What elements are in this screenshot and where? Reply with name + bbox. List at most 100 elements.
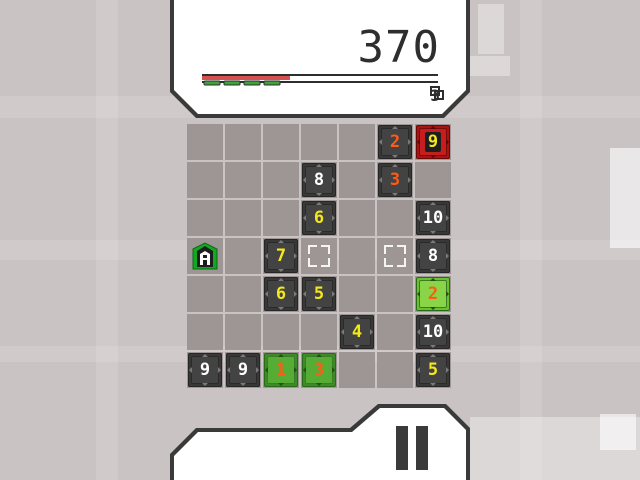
arrow-notch-icon bbox=[316, 278, 322, 281]
board-cell[interactable] bbox=[187, 276, 223, 312]
number-tile[interactable]: 4 bbox=[340, 315, 374, 349]
tile-number: 4 bbox=[351, 322, 363, 342]
arrow-notch-icon bbox=[392, 155, 398, 158]
board-cell[interactable] bbox=[339, 200, 375, 236]
number-tile[interactable]: 9 bbox=[226, 353, 260, 387]
arrow-notch-icon bbox=[240, 354, 246, 357]
arrow-notch-icon bbox=[417, 139, 420, 145]
board-cell[interactable] bbox=[225, 124, 261, 160]
number-tile[interactable]: 10 bbox=[416, 201, 450, 235]
arrow-notch-icon bbox=[392, 126, 398, 129]
arrow-notch-icon bbox=[408, 139, 411, 145]
number-tile[interactable]: 8 bbox=[416, 239, 450, 273]
board-cell[interactable] bbox=[225, 314, 261, 350]
board-cell[interactable] bbox=[225, 276, 261, 312]
board-cell[interactable] bbox=[339, 124, 375, 160]
arrow-notch-icon bbox=[430, 278, 436, 281]
board-cell[interactable]: 3 bbox=[301, 352, 337, 388]
board-cell[interactable] bbox=[339, 276, 375, 312]
arrow-notch-icon bbox=[278, 278, 284, 281]
arrow-notch-icon bbox=[265, 291, 268, 297]
number-tile[interactable]: 9 bbox=[188, 353, 222, 387]
board-cell[interactable] bbox=[187, 124, 223, 160]
board-cell[interactable] bbox=[301, 124, 337, 160]
board-cell[interactable] bbox=[339, 162, 375, 198]
board-cell[interactable]: 6 bbox=[301, 200, 337, 236]
board-cell[interactable] bbox=[263, 314, 299, 350]
number-tile[interactable]: 5 bbox=[416, 353, 450, 387]
pause-button[interactable] bbox=[396, 426, 434, 470]
arrow-notch-icon bbox=[417, 253, 420, 259]
board-cell[interactable] bbox=[377, 314, 413, 350]
number-tile[interactable]: 9 bbox=[416, 125, 450, 159]
game-board[interactable]: 2 9 8 3 6 10 7 8 6 5 2 4 10 9 9 1 3 5 bbox=[187, 124, 453, 390]
board-cell[interactable] bbox=[377, 352, 413, 388]
board-cell[interactable] bbox=[377, 238, 413, 274]
number-tile[interactable]: 2 bbox=[378, 125, 412, 159]
arrow-notch-icon bbox=[303, 367, 306, 373]
arrow-notch-icon bbox=[316, 383, 322, 386]
board-cell[interactable] bbox=[225, 162, 261, 198]
number-tile[interactable]: 7 bbox=[264, 239, 298, 273]
arrow-notch-icon bbox=[379, 177, 382, 183]
player-marker-icon[interactable] bbox=[190, 241, 220, 271]
tile-number: 5 bbox=[313, 284, 325, 304]
number-tile[interactable]: 6 bbox=[264, 277, 298, 311]
board-cell[interactable] bbox=[339, 352, 375, 388]
arrow-notch-icon bbox=[446, 291, 449, 297]
arrow-notch-icon bbox=[430, 345, 436, 348]
arrow-notch-icon bbox=[278, 240, 284, 243]
board-cell[interactable]: 1 bbox=[263, 352, 299, 388]
arrow-notch-icon bbox=[202, 383, 208, 386]
board-cell[interactable]: 5 bbox=[301, 276, 337, 312]
board-cell[interactable]: 8 bbox=[301, 162, 337, 198]
number-tile[interactable]: 6 bbox=[302, 201, 336, 235]
board-cell[interactable] bbox=[415, 162, 451, 198]
board-cell[interactable]: 5 bbox=[415, 352, 451, 388]
arrow-notch-icon bbox=[316, 193, 322, 196]
board-cell[interactable]: 9 bbox=[187, 352, 223, 388]
board-cell[interactable] bbox=[187, 162, 223, 198]
board-cell[interactable] bbox=[301, 314, 337, 350]
board-cell[interactable]: 2 bbox=[415, 276, 451, 312]
moves-counter: 3 bbox=[430, 86, 445, 105]
number-tile[interactable]: 10 bbox=[416, 315, 450, 349]
board-cell[interactable] bbox=[263, 162, 299, 198]
board-cell[interactable]: 8 bbox=[415, 238, 451, 274]
arrow-notch-icon bbox=[294, 367, 297, 373]
number-tile[interactable]: 1 bbox=[264, 353, 298, 387]
arrow-notch-icon bbox=[332, 215, 335, 221]
board-cell[interactable] bbox=[339, 238, 375, 274]
number-tile[interactable]: 2 bbox=[416, 277, 450, 311]
board-cell[interactable] bbox=[225, 238, 261, 274]
board-cell[interactable] bbox=[187, 314, 223, 350]
board-cell[interactable]: 9 bbox=[225, 352, 261, 388]
arrow-notch-icon bbox=[446, 253, 449, 259]
score-panel: 370 3 bbox=[170, 0, 470, 118]
board-cell[interactable]: 10 bbox=[415, 200, 451, 236]
board-cell[interactable] bbox=[301, 238, 337, 274]
board-cell[interactable] bbox=[377, 200, 413, 236]
number-tile[interactable]: 3 bbox=[302, 353, 336, 387]
board-cell[interactable] bbox=[377, 276, 413, 312]
board-cell[interactable] bbox=[187, 200, 223, 236]
board-cell[interactable]: 4 bbox=[339, 314, 375, 350]
board-cell[interactable] bbox=[263, 124, 299, 160]
arrow-notch-icon bbox=[341, 329, 344, 335]
board-cell[interactable]: 9 bbox=[415, 124, 451, 160]
board-cell[interactable] bbox=[187, 238, 223, 274]
number-tile[interactable]: 5 bbox=[302, 277, 336, 311]
board-cell[interactable] bbox=[263, 200, 299, 236]
arrow-notch-icon bbox=[294, 253, 297, 259]
number-tile[interactable]: 8 bbox=[302, 163, 336, 197]
board-cell[interactable]: 2 bbox=[377, 124, 413, 160]
board-cell[interactable] bbox=[225, 200, 261, 236]
tile-number: 3 bbox=[389, 170, 401, 190]
board-cell[interactable]: 3 bbox=[377, 162, 413, 198]
arrow-notch-icon bbox=[303, 215, 306, 221]
arrow-notch-icon bbox=[430, 316, 436, 319]
board-cell[interactable]: 10 bbox=[415, 314, 451, 350]
board-cell[interactable]: 6 bbox=[263, 276, 299, 312]
board-cell[interactable]: 7 bbox=[263, 238, 299, 274]
number-tile[interactable]: 3 bbox=[378, 163, 412, 197]
